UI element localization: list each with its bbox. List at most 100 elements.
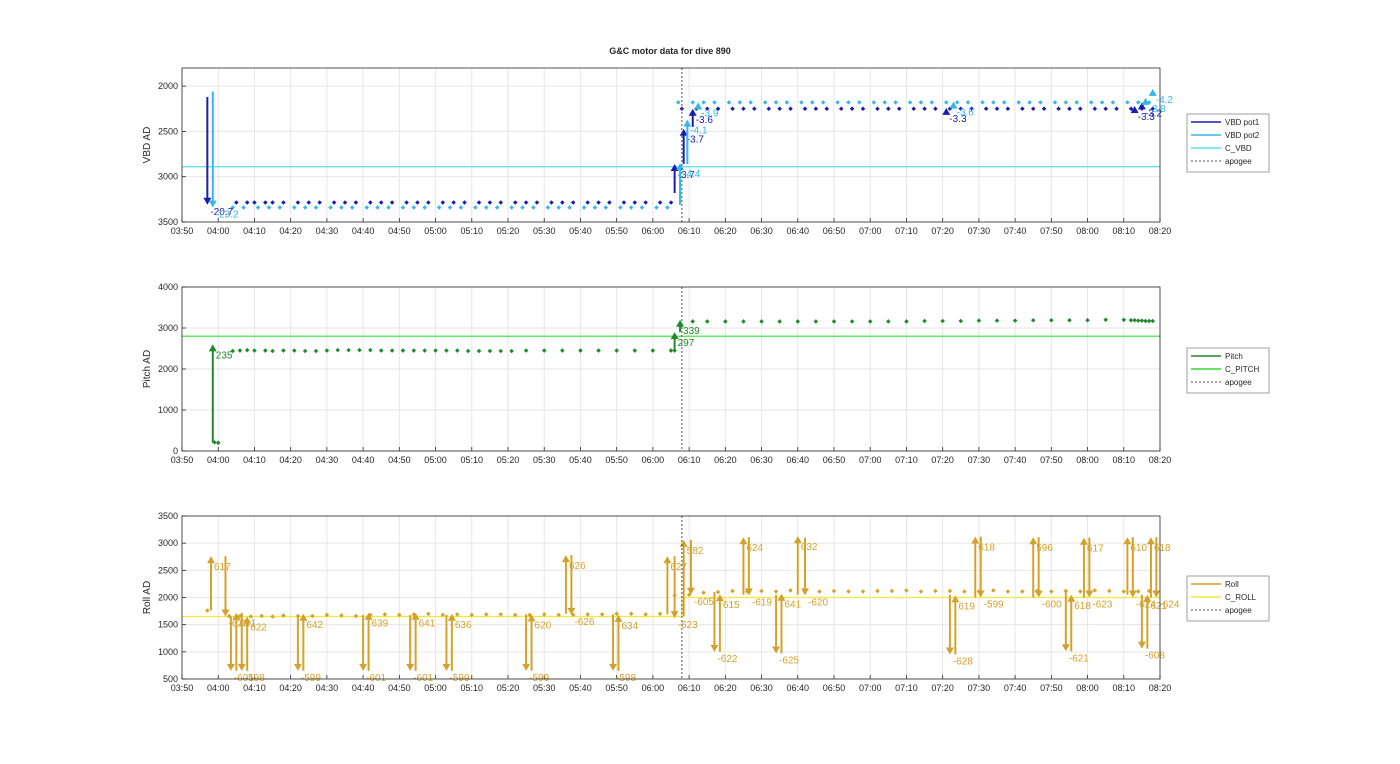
x-tick-label: 04:00 xyxy=(207,455,230,465)
move-label: 618 xyxy=(1074,601,1091,612)
move-label: 642 xyxy=(306,620,323,631)
x-tick-label: 05:20 xyxy=(497,226,520,236)
x-tick-label: 04:30 xyxy=(316,683,339,693)
y-tick-label: 3000 xyxy=(158,172,178,182)
x-tick-label: 06:40 xyxy=(787,226,810,236)
move-label: -625 xyxy=(779,655,799,666)
move-label: -601 xyxy=(366,673,386,684)
x-tick-label: 05:30 xyxy=(533,683,556,693)
x-tick-label: 08:10 xyxy=(1113,226,1136,236)
x-tick-label: 04:40 xyxy=(352,455,375,465)
y-tick-label: 500 xyxy=(163,674,178,684)
x-tick-label: 08:20 xyxy=(1149,226,1172,236)
move-label: -624 xyxy=(1159,600,1179,611)
y-axis-label: Pitch AD xyxy=(142,350,153,388)
x-tick-label: 04:50 xyxy=(388,226,411,236)
move-label: 632 xyxy=(801,542,818,553)
x-tick-label: 06:10 xyxy=(678,683,701,693)
y-tick-label: 2500 xyxy=(158,565,178,575)
x-tick-label: 07:10 xyxy=(895,683,918,693)
x-tick-label: 07:10 xyxy=(895,226,918,236)
y-tick-label: 1000 xyxy=(158,405,178,415)
x-tick-label: 08:10 xyxy=(1113,683,1136,693)
x-tick-label: 04:10 xyxy=(243,683,266,693)
x-tick-label: 04:40 xyxy=(352,683,375,693)
x-tick-label: 06:30 xyxy=(750,455,773,465)
x-tick-label: 04:00 xyxy=(207,683,230,693)
x-tick-label: 08:20 xyxy=(1149,683,1172,693)
y-tick-label: 2500 xyxy=(158,126,178,136)
y-tick-label: 2000 xyxy=(158,81,178,91)
move-label: -3.6 xyxy=(957,108,975,119)
charts-container: 03:50 04:00 04:10 04:20 04:30 04:40 04:50 05:00… xyxy=(142,67,1270,693)
move-label: -619 xyxy=(752,597,772,608)
x-tick-label: 07:30 xyxy=(968,683,991,693)
move-label: -4.4 xyxy=(683,169,701,180)
x-tick-label: 04:50 xyxy=(388,455,411,465)
move-label: 619 xyxy=(958,601,975,612)
move-label: -598 xyxy=(245,673,265,684)
x-tick-label: 06:10 xyxy=(678,226,701,236)
move-label: -601 xyxy=(413,673,433,684)
move-label: -600 xyxy=(1042,600,1062,611)
x-tick-label: 07:50 xyxy=(1040,226,1063,236)
move-label: 641 xyxy=(784,600,801,611)
x-tick-label: 07:50 xyxy=(1040,683,1063,693)
move-label: 636 xyxy=(455,620,472,631)
x-tick-label: 04:30 xyxy=(316,455,339,465)
move-label: -599 xyxy=(984,600,1004,611)
panel-3: 03:50 04:00 04:10 04:20 04:30 04:40 04:50 05:00… xyxy=(142,511,1270,693)
x-tick-label: 06:20 xyxy=(714,455,737,465)
x-tick-label: 07:20 xyxy=(931,683,954,693)
y-tick-label: 3000 xyxy=(158,538,178,548)
move-label: 620 xyxy=(535,620,552,631)
figure-title: G&C motor data for dive 890 xyxy=(609,46,731,56)
x-tick-label: 04:00 xyxy=(207,226,230,236)
move-label: -23.2 xyxy=(216,210,239,221)
move-label: -4.2 xyxy=(1156,95,1174,106)
x-tick-label: 07:40 xyxy=(1004,455,1027,465)
x-tick-label: 07:20 xyxy=(931,455,954,465)
legend-label: C_PITCH xyxy=(1225,365,1259,374)
x-tick-label: 05:20 xyxy=(497,455,520,465)
x-tick-label: 08:00 xyxy=(1076,455,1099,465)
x-tick-label: 05:10 xyxy=(461,455,484,465)
y-tick-label: 4000 xyxy=(158,282,178,292)
x-tick-label: 04:30 xyxy=(316,226,339,236)
x-tick-label: 08:20 xyxy=(1149,455,1172,465)
x-tick-label: 06:10 xyxy=(678,455,701,465)
x-tick-label: 05:00 xyxy=(424,683,447,693)
x-tick-label: 06:30 xyxy=(750,226,773,236)
move-label: -605 xyxy=(694,597,714,608)
move-label: -608 xyxy=(1145,651,1165,662)
move-label: -599 xyxy=(449,673,469,684)
move-label: -626 xyxy=(574,617,594,628)
x-tick-label: 04:20 xyxy=(279,683,302,693)
move-label: -599 xyxy=(301,673,321,684)
move-label: -620 xyxy=(808,597,828,608)
x-tick-label: 08:10 xyxy=(1113,455,1136,465)
y-tick-label: 2000 xyxy=(158,364,178,374)
x-tick-label: 04:20 xyxy=(279,226,302,236)
x-tick-label: 07:00 xyxy=(859,683,882,693)
x-tick-label: 05:50 xyxy=(605,683,628,693)
move-label: 627 xyxy=(670,562,687,573)
move-label: 641 xyxy=(419,619,436,630)
panel-2: 03:50 04:00 04:10 04:20 04:30 04:40 04:50 05:00… xyxy=(142,282,1270,465)
y-axis-label: Roll AD xyxy=(142,581,153,614)
legend-label: VBD pot1 xyxy=(1225,118,1260,127)
x-tick-label: 05:40 xyxy=(569,683,592,693)
move-label: -4.1 xyxy=(690,126,708,137)
plot-area xyxy=(182,68,1160,222)
x-tick-label: 04:10 xyxy=(243,226,266,236)
x-tick-label: 04:10 xyxy=(243,455,266,465)
x-tick-label: 08:00 xyxy=(1076,226,1099,236)
legend-label: C_VBD xyxy=(1225,144,1252,153)
x-tick-label: 06:00 xyxy=(642,226,665,236)
x-tick-label: 07:00 xyxy=(859,226,882,236)
y-tick-label: 0 xyxy=(173,446,178,456)
x-tick-label: 05:40 xyxy=(569,455,592,465)
x-tick-label: 07:10 xyxy=(895,455,918,465)
x-tick-label: 03:50 xyxy=(171,455,194,465)
x-tick-label: 04:20 xyxy=(279,455,302,465)
